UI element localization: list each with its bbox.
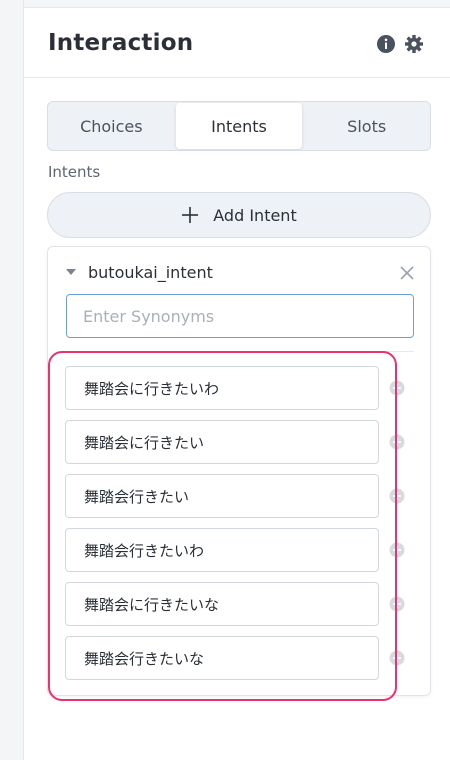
add-circle-icon[interactable] [389, 488, 405, 504]
add-circle-icon[interactable] [389, 650, 405, 666]
info-icon[interactable] [376, 34, 396, 54]
panel-header: Interaction [24, 8, 450, 78]
intent-name: butoukai_intent [88, 263, 213, 282]
synonym-row: 舞踏会に行きたい [65, 420, 405, 464]
intent-card: butoukai_intent [47, 246, 431, 696]
synonym-input[interactable] [66, 294, 414, 338]
tab-slots[interactable]: Slots [303, 102, 430, 150]
panel-title: Interaction [48, 30, 194, 56]
add-intent-label: Add Intent [213, 205, 297, 225]
add-circle-icon[interactable] [389, 542, 405, 558]
tab-intents[interactable]: Intents [175, 103, 303, 149]
add-intent-button[interactable]: Add Intent [47, 192, 431, 238]
left-gutter [0, 0, 24, 760]
plus-icon [182, 207, 199, 223]
card-divider [66, 351, 414, 352]
tab-choices[interactable]: Choices [48, 102, 175, 150]
synonym-row: 舞踏会に行きたいわ [65, 366, 405, 410]
close-icon[interactable] [399, 265, 415, 281]
add-circle-icon[interactable] [389, 380, 405, 396]
gear-icon[interactable] [404, 34, 424, 54]
synonym-field[interactable]: 舞踏会行きたいわ [65, 528, 379, 572]
add-circle-icon[interactable] [389, 434, 405, 450]
synonym-row: 舞踏会行きたいな [65, 636, 405, 680]
synonym-field[interactable]: 舞踏会行きたい [65, 474, 379, 518]
intents-section-label: Intents [48, 163, 101, 181]
tab-bar: Choices Intents Slots [47, 101, 431, 151]
synonym-field[interactable]: 舞踏会に行きたいわ [65, 366, 379, 410]
synonym-row: 舞踏会行きたいわ [65, 528, 405, 572]
synonym-field[interactable]: 舞踏会行きたいな [65, 636, 379, 680]
synonym-row: 舞踏会行きたい [65, 474, 405, 518]
synonym-row: 舞踏会に行きたいな [65, 582, 405, 626]
synonym-field[interactable]: 舞踏会に行きたい [65, 420, 379, 464]
synonym-field[interactable]: 舞踏会に行きたいな [65, 582, 379, 626]
caret-down-icon[interactable] [66, 269, 76, 277]
top-strip [24, 0, 450, 8]
add-circle-icon[interactable] [389, 596, 405, 612]
